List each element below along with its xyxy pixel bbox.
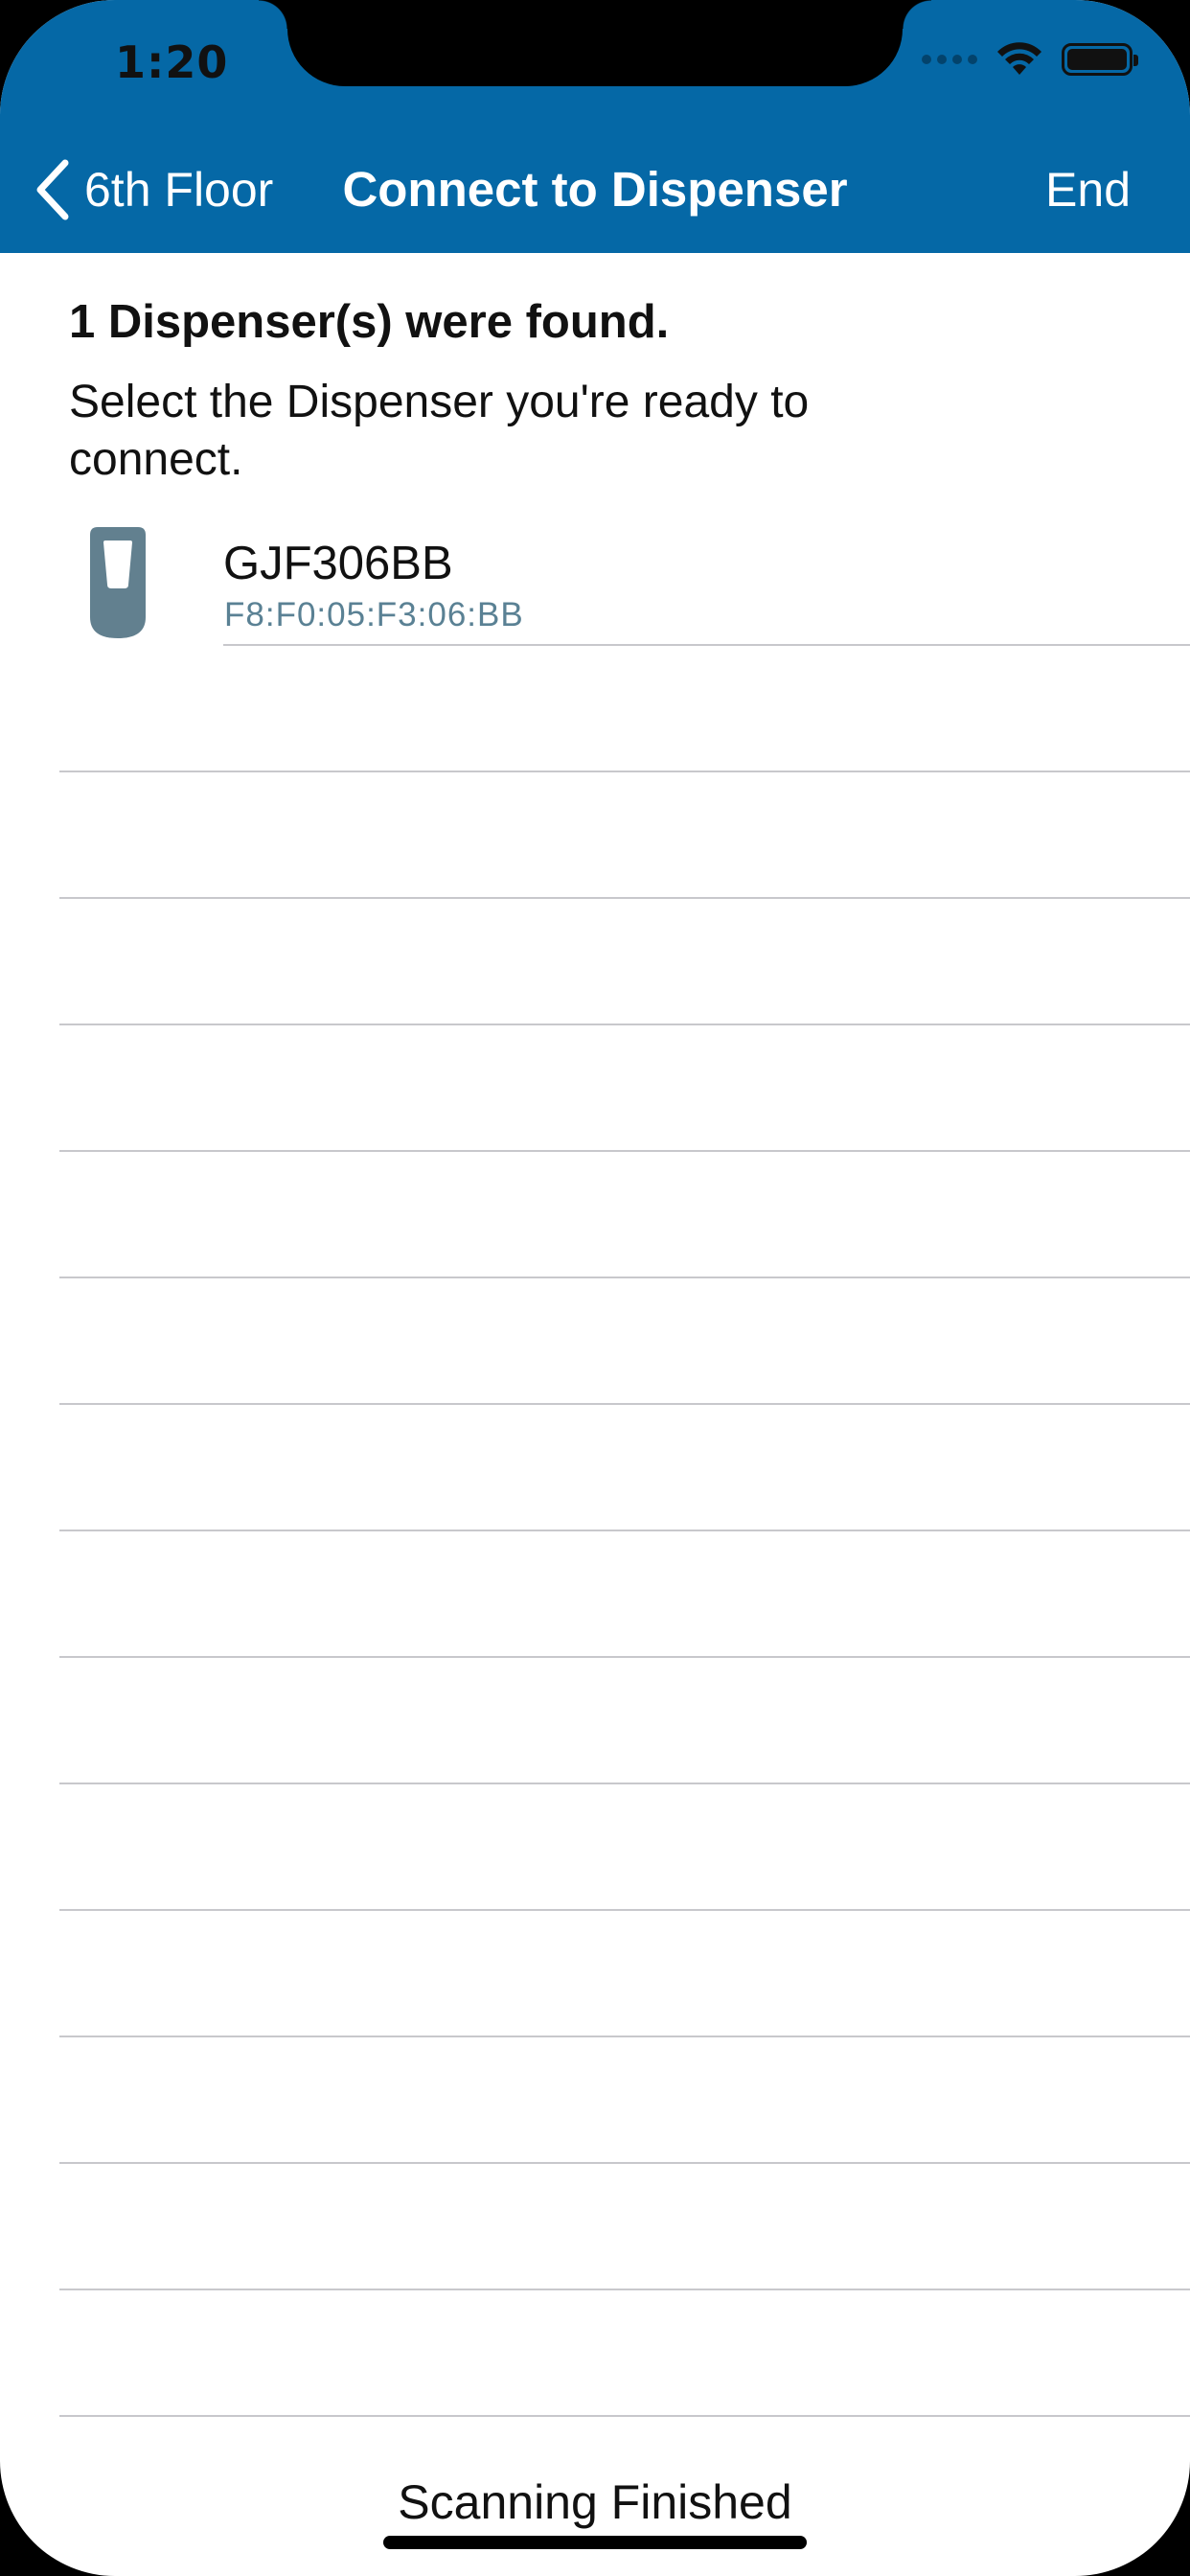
dispenser-name: GJF306BB (223, 538, 453, 589)
empty-list-row (0, 1278, 1190, 1405)
empty-list-row (0, 1025, 1190, 1152)
empty-list-row (0, 1152, 1190, 1278)
back-button-label: 6th Floor (84, 163, 274, 217)
status-icons (922, 40, 1138, 79)
signal-icon (922, 55, 977, 64)
chevron-left-icon (36, 159, 69, 220)
empty-list-row (0, 1531, 1190, 1658)
notch (259, 0, 931, 86)
dispenser-mac-address: F8:F0:05:F3:06:BB (224, 596, 524, 633)
battery-icon (1062, 43, 1138, 76)
empty-list-row (0, 772, 1190, 899)
empty-list-row (0, 1405, 1190, 1531)
dispenser-list: GJF306BB F8:F0:05:F3:06:BB (0, 508, 1190, 2417)
status-time: 1:20 (115, 36, 229, 88)
empty-list-row (0, 1911, 1190, 2037)
instruction-text: Select the Dispenser you're ready to con… (69, 377, 810, 485)
found-count-title: 1 Dispenser(s) were found. (69, 296, 670, 348)
empty-list-row (0, 899, 1190, 1025)
dispenser-icon (90, 527, 146, 638)
empty-list-row (0, 1784, 1190, 1911)
wifi-icon (997, 42, 1041, 75)
back-button[interactable]: 6th Floor (34, 159, 273, 220)
empty-list-row (0, 2037, 1190, 2164)
home-indicator[interactable] (383, 2536, 807, 2549)
empty-list-row (0, 1658, 1190, 1784)
scan-status: Scanning Finished (398, 2475, 792, 2529)
screen: 1:20 6th Floor Connect to Dispenser End … (0, 0, 1190, 2576)
dispenser-row[interactable]: GJF306BB F8:F0:05:F3:06:BB (0, 508, 1190, 646)
header: 1:20 6th Floor Connect to Dispenser End (0, 0, 1190, 253)
empty-list-row (0, 2164, 1190, 2290)
row-divider (59, 2415, 1190, 2417)
end-button[interactable]: End (1045, 159, 1131, 220)
empty-list-row (0, 2290, 1190, 2417)
empty-list-row (0, 646, 1190, 772)
